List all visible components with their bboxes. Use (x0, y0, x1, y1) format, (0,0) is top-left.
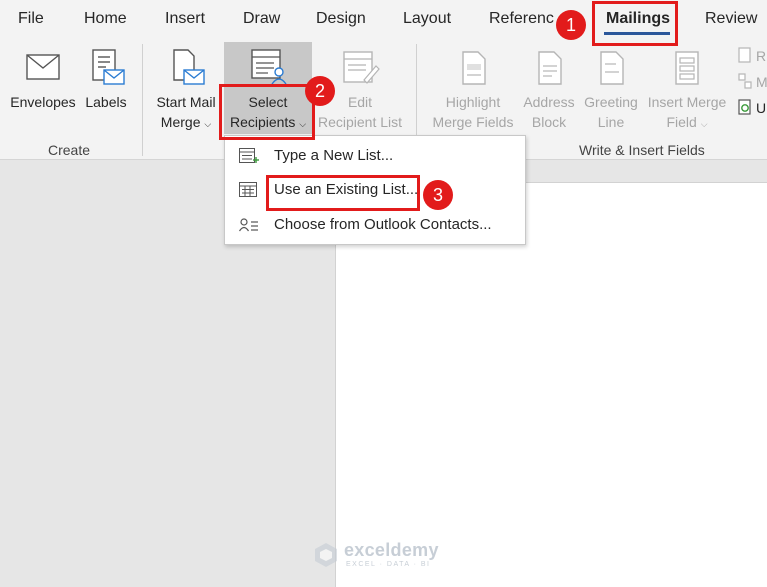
rules-icon (738, 47, 751, 63)
labels-label: Labels (85, 94, 127, 110)
match-fields-icon (738, 73, 752, 89)
tab-home[interactable]: Home (84, 10, 127, 28)
exceldemy-logo-icon (315, 543, 337, 567)
tab-design[interactable]: Design (316, 10, 366, 28)
existing-list-icon (239, 182, 257, 197)
insert-merge-field-icon (675, 51, 699, 85)
update-labels-button[interactable]: U (736, 96, 767, 120)
highlight-box-select-recipients (219, 84, 315, 140)
envelopes-label: Envelopes (10, 94, 76, 110)
menu-item-label: Choose from Outlook Contacts... (274, 216, 492, 233)
contacts-icon (239, 218, 258, 232)
edit-recipient-list-label-2: Recipient List (317, 114, 403, 130)
greeting-line-label-1: Greeting (584, 94, 638, 110)
address-block-icon (538, 51, 562, 85)
chevron-down-icon: ⌵ (700, 119, 708, 129)
step-badge-2: 2 (305, 76, 335, 106)
rules-label: R (756, 48, 767, 64)
match-fields-button[interactable]: M (736, 70, 767, 94)
highlight-fields-icon (462, 51, 486, 85)
envelopes-button[interactable]: Envelopes (6, 46, 80, 132)
highlight-label-1: Highlight (445, 94, 501, 110)
mail-merge-icon (173, 49, 205, 85)
tab-review[interactable]: Review (705, 10, 757, 28)
insert-merge-label-1: Insert Merge (647, 94, 727, 110)
envelope-icon (26, 54, 60, 80)
address-block-label-2: Block (531, 114, 567, 130)
exceldemy-watermark: exceldemy EXCEL · DATA · BI (312, 539, 472, 579)
start-mail-merge-label-2: Merge ⌵ (160, 114, 212, 130)
menu-item-type-new-list[interactable]: Type a New List... (225, 140, 525, 172)
watermark-tagline: EXCEL · DATA · BI (346, 561, 431, 568)
insert-merge-field-button[interactable]: Insert Merge Field ⌵ (642, 46, 732, 132)
group-label-write-insert: Write & Insert Fields (579, 142, 705, 158)
new-list-icon (239, 148, 259, 163)
greeting-line-button[interactable]: Greeting Line (580, 46, 642, 132)
update-labels-icon (738, 99, 751, 115)
tab-references[interactable]: Referenc (489, 10, 554, 28)
select-recipients-icon (251, 49, 287, 85)
insert-merge-label-2: Field ⌵ (666, 114, 708, 130)
step-badge-1: 1 (556, 10, 586, 40)
labels-icon (92, 49, 125, 85)
highlight-box-existing-list (266, 175, 420, 211)
group-separator (142, 44, 143, 156)
update-labels-label: U (756, 100, 767, 116)
highlight-box-mailings (592, 1, 678, 46)
start-mail-merge-button[interactable]: Start Mail Merge ⌵ (150, 46, 222, 132)
tab-insert[interactable]: Insert (165, 10, 205, 28)
tab-layout[interactable]: Layout (403, 10, 451, 28)
greeting-line-icon (600, 51, 624, 85)
highlight-label-2: Merge Fields (432, 114, 514, 130)
tab-file[interactable]: File (18, 10, 44, 28)
start-mail-merge-label-1: Start Mail (156, 94, 216, 110)
match-fields-label: M (756, 74, 767, 90)
rules-button[interactable]: R (736, 44, 767, 68)
tab-draw[interactable]: Draw (243, 10, 280, 28)
address-block-button[interactable]: Address Block (518, 46, 580, 132)
greeting-line-label-2: Line (597, 114, 625, 130)
group-label-create: Create (48, 142, 91, 158)
menu-item-label: Type a New List... (274, 147, 394, 164)
labels-button[interactable]: Labels (80, 46, 132, 132)
address-block-label-1: Address (523, 94, 575, 110)
highlight-merge-fields-button[interactable]: Highlight Merge Fields (426, 46, 520, 132)
step-badge-3: 3 (423, 180, 453, 210)
edit-list-icon (343, 51, 380, 84)
watermark-name: exceldemy (344, 540, 439, 560)
chevron-down-icon: ⌵ (204, 119, 212, 129)
menu-item-outlook-contacts[interactable]: Choose from Outlook Contacts... (225, 209, 525, 241)
